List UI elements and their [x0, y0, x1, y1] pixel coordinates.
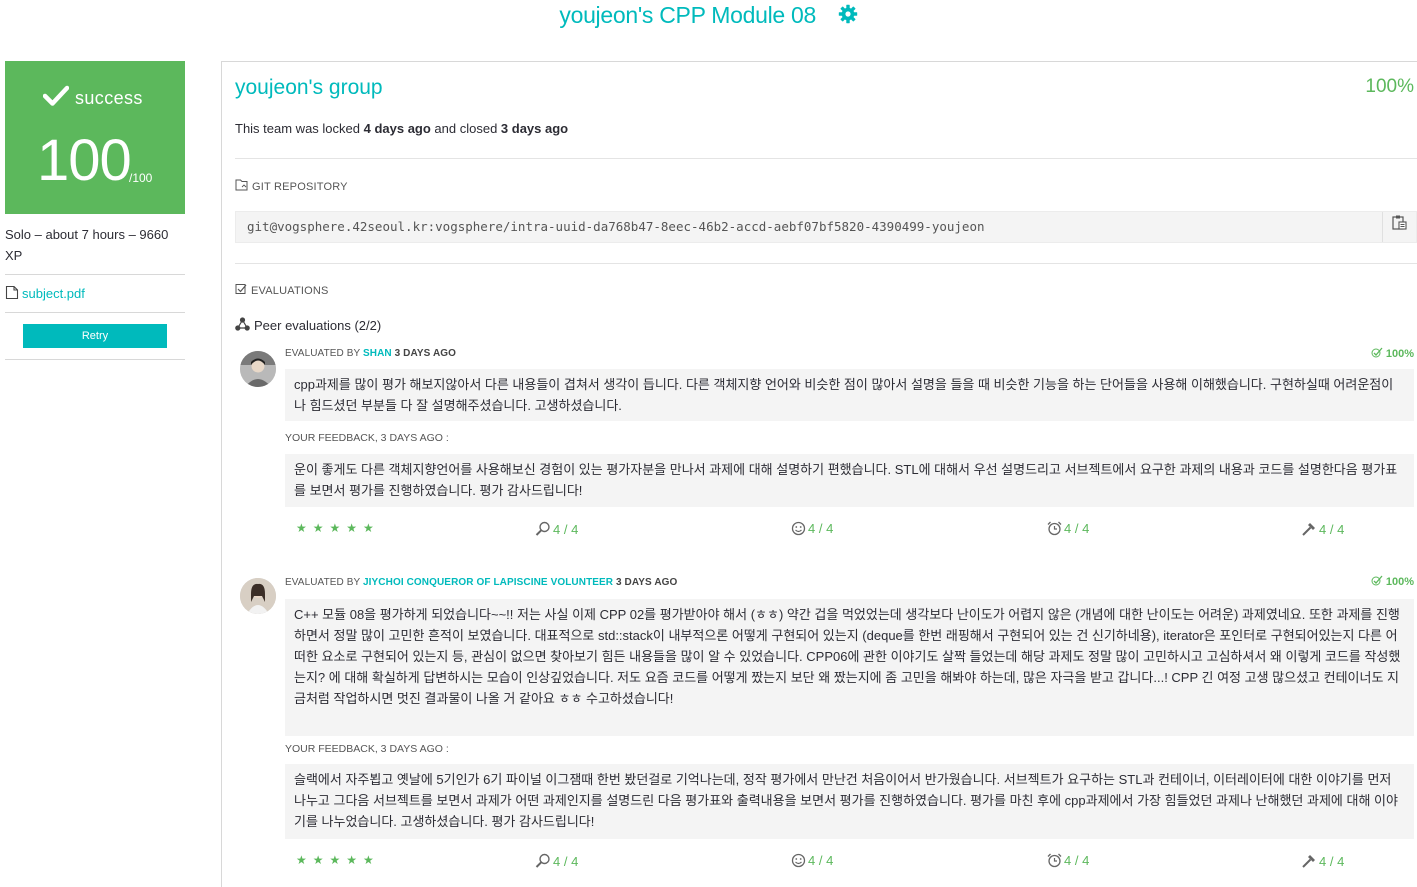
subject-link[interactable]: subject.pdf: [5, 275, 185, 312]
interested-metric: 4 / 4: [535, 521, 578, 537]
divider: [5, 359, 185, 360]
evaluator-comment: C++ 모듈 08을 평가하게 되었습니다~~!! 저는 사실 이제 CPP 0…: [285, 599, 1414, 736]
punctuality-metric: 4 / 4: [1047, 521, 1089, 536]
evaluator-comment: cpp과제를 많이 평가 해보지않아서 다른 내용들이 겹쳐서 생각이 듭니다.…: [285, 369, 1414, 421]
clipboard-icon: [1391, 212, 1408, 242]
star-rating: ★★★★★: [296, 521, 380, 535]
feedback-label: YOUR FEEDBACK, 3 DAYS AGO :: [285, 432, 449, 444]
rigorous-metric: 4 / 4: [1301, 853, 1344, 869]
feedback-rating: ★★★★★ 4 / 4 4 / 4 4 / 4 4 / 4: [285, 853, 1417, 873]
alarm-clock-icon: [1047, 853, 1062, 868]
git-repository-url[interactable]: git@vogsphere.42seoul.kr:vogsphere/intra…: [235, 211, 1417, 243]
feedback-comment: 슬랙에서 자주뵙고 옛날에 5기인가 6기 파이널 이그잼때 한번 봤던걸로 기…: [285, 764, 1414, 839]
smiley-icon: [791, 853, 806, 868]
peer-evaluations-title: Peer evaluations (2/2): [235, 317, 381, 334]
status-badge: success: [42, 85, 143, 112]
star-rating: ★★★★★: [296, 853, 380, 867]
score-max: /100: [129, 171, 153, 185]
search-person-icon: [535, 853, 551, 869]
avatar[interactable]: [240, 351, 276, 387]
evaluation-header: EVALUATED BY SHAN 3 DAYS AGO: [285, 348, 457, 359]
evaluator-link[interactable]: SHAN: [363, 348, 392, 359]
divider: [235, 263, 1417, 264]
project-sidebar: success 100 /100 Solo – about 7 hours – …: [5, 61, 185, 360]
smiley-icon: [791, 521, 806, 536]
project-meta: Solo – about 7 hours – 9660 XP: [5, 227, 169, 263]
score-panel: success 100 /100: [5, 61, 185, 214]
search-person-icon: [535, 521, 551, 537]
status-label: success: [75, 88, 143, 108]
rigorous-metric: 4 / 4: [1301, 521, 1344, 537]
retry-button[interactable]: Retry: [23, 324, 167, 348]
feedback-comment: 운이 좋게도 다른 객체지향언어를 사용해보신 경험이 있는 평가자분을 만나서…: [285, 454, 1414, 507]
evaluation-header: EVALUATED BY JIYCHOI CONQUEROR OF LAPISC…: [285, 577, 678, 588]
evaluator-link[interactable]: JIYCHOI CONQUEROR OF LAPISCINE VOLUNTEER: [363, 577, 613, 588]
evaluations-label: EVALUATIONS: [235, 283, 329, 298]
team-percent: 100%: [1365, 76, 1414, 97]
team-status: This team was locked 4 days ago and clos…: [235, 121, 569, 136]
git-repository-label: GIT REPOSITORY: [235, 179, 348, 194]
check-icon: [1371, 575, 1383, 589]
hammer-icon: [1301, 853, 1317, 869]
check-icon: [1371, 347, 1383, 361]
punctuality-metric: 4 / 4: [1047, 853, 1089, 868]
feedback-label: YOUR FEEDBACK, 3 DAYS AGO :: [285, 743, 449, 755]
gear-icon[interactable]: [838, 4, 858, 27]
final-score: 100: [37, 128, 132, 193]
copy-repository-button[interactable]: [1382, 212, 1416, 242]
network-icon: [235, 317, 250, 334]
nice-metric: 4 / 4: [791, 521, 833, 536]
file-icon: [5, 285, 19, 303]
divider: [235, 158, 1417, 159]
page-header: youjeon's CPP Module 08: [0, 0, 1417, 34]
checkbox-icon: [235, 283, 247, 298]
avatar[interactable]: [240, 578, 276, 614]
checkmark-icon: [42, 85, 70, 112]
page-title: youjeon's CPP Module 08: [559, 2, 816, 28]
evaluation-percent: 100%: [1371, 347, 1414, 361]
hammer-icon: [1301, 521, 1317, 537]
interested-metric: 4 / 4: [535, 853, 578, 869]
team-name: youjeon's group: [235, 76, 383, 99]
alarm-clock-icon: [1047, 521, 1062, 536]
team-panel: youjeon's group 100% This team was locke…: [221, 61, 1417, 887]
git-icon: [235, 179, 248, 194]
feedback-rating: ★★★★★ 4 / 4 4 / 4 4 / 4 4 / 4: [285, 521, 1417, 541]
nice-metric: 4 / 4: [791, 853, 833, 868]
subject-link-label[interactable]: subject.pdf: [22, 286, 85, 301]
evaluation-percent: 100%: [1371, 575, 1414, 589]
